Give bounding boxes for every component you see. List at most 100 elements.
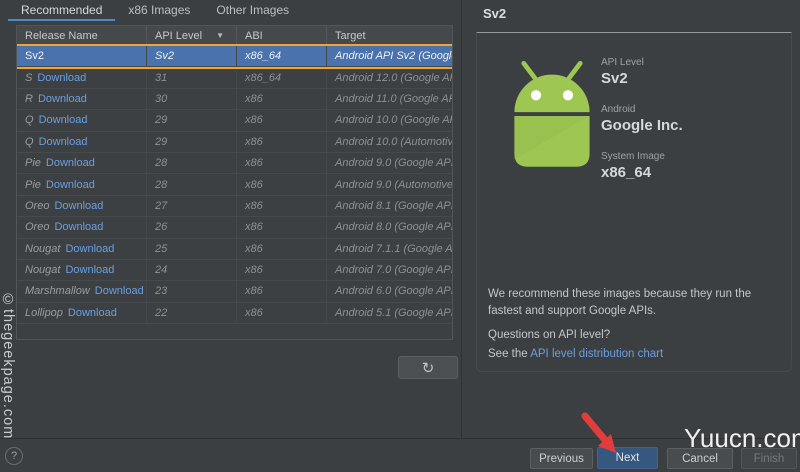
release-name-cell: Pie Download: [17, 152, 147, 174]
api-level-label: API Level: [601, 57, 644, 68]
download-link[interactable]: Download: [65, 243, 114, 255]
previous-button[interactable]: Previous: [530, 448, 593, 469]
api-level-header-label: API Level: [155, 29, 203, 42]
download-link[interactable]: Download: [39, 114, 88, 126]
abi-cell: x86: [237, 110, 327, 131]
download-link[interactable]: Download: [39, 136, 88, 148]
release-name-cell: Pie Download: [17, 174, 147, 195]
table-row[interactable]: Pie Download 28 x86 Android 9.0 (Automot…: [17, 174, 452, 196]
release-name-label: Lollipop: [25, 306, 63, 319]
cancel-button[interactable]: Cancel: [667, 448, 733, 469]
refresh-button[interactable]: ↻: [398, 356, 458, 379]
api-question-text: Questions on API level?: [488, 329, 611, 341]
abi-cell: x86: [237, 238, 327, 259]
column-header-api-level[interactable]: API Level ▼: [147, 26, 237, 45]
tab-other-images[interactable]: Other Images: [203, 0, 302, 21]
api-distribution-chart-link[interactable]: API level distribution chart: [530, 348, 663, 360]
table-row[interactable]: Nougat Download 25 x86 Android 7.1.1 (Go…: [17, 238, 452, 260]
table-row[interactable]: Oreo Download 26 x86 Android 8.0 (Google…: [17, 217, 452, 239]
target-cell: Android 9.0 (Automotive): [335, 178, 452, 191]
target-cell: Android 5.1 (Google APIs): [335, 306, 452, 319]
target-cell: Android 6.0 (Google APIs): [335, 285, 452, 298]
table-row[interactable]: Pie Download 28 x86 Android 9.0 (Google …: [17, 152, 452, 175]
api-level-cell: 22: [147, 302, 237, 324]
table-header-row: Release Name API Level ▼ ABI Target: [17, 26, 452, 46]
download-link[interactable]: Download: [46, 179, 95, 191]
release-name-cell: Nougat Download: [17, 238, 147, 259]
download-link[interactable]: Download: [65, 264, 114, 276]
release-name-label: Sv2: [25, 50, 44, 63]
target-cell: Android 10.0 (Google APIs): [335, 114, 452, 127]
abi-cell: x86: [237, 302, 327, 324]
tab-x86-images[interactable]: x86 Images: [115, 0, 203, 21]
android-robot-icon: [514, 60, 590, 167]
refresh-icon: ↻: [421, 358, 435, 377]
image-details-panel: API Level Sv2 Android Google Inc. System…: [476, 32, 792, 372]
table-row[interactable]: Marshmallow Download 23 x86 Android 6.0 …: [17, 281, 452, 303]
table-body: Sv2 Sv2 x86_64 Android API Sv2 (Google A…: [17, 46, 452, 325]
api-level-value: Sv2: [601, 70, 628, 87]
release-name-label: Q: [25, 135, 34, 148]
download-link[interactable]: Download: [95, 285, 144, 297]
table-row[interactable]: Sv2 Sv2 x86_64 Android API Sv2 (Google A…: [17, 46, 452, 68]
question-mark-icon: ?: [10, 450, 18, 462]
table-row[interactable]: Nougat Download 24 x86 Android 7.0 (Goog…: [17, 259, 452, 282]
api-level-cell: 29: [147, 110, 237, 131]
selected-image-title: Sv2: [483, 6, 507, 21]
watermark-thegeekpage: ©thegeekpage.com: [0, 292, 16, 440]
download-link[interactable]: Download: [37, 72, 86, 84]
column-header-target[interactable]: Target: [327, 26, 452, 45]
api-level-cell: 24: [147, 259, 237, 281]
download-link[interactable]: Download: [68, 307, 117, 319]
column-header-abi[interactable]: ABI: [237, 26, 327, 45]
abi-cell: x86: [237, 195, 327, 217]
release-name-label: Nougat: [25, 264, 61, 277]
api-level-cell: 28: [147, 152, 237, 174]
target-cell: Android 7.1.1 (Google APIs): [335, 242, 452, 255]
system-image-table: Release Name API Level ▼ ABI Target Sv2 …: [16, 25, 453, 340]
tab-recommended[interactable]: Recommended: [8, 0, 115, 21]
release-name-label: Oreo: [25, 199, 50, 212]
table-row[interactable]: Oreo Download 27 x86 Android 8.1 (Google…: [17, 195, 452, 218]
release-name-cell: Marshmallow Download: [17, 281, 147, 302]
table-row[interactable]: R Download 30 x86 Android 11.0 (Google A…: [17, 88, 452, 111]
release-name-label: S: [25, 71, 33, 84]
download-link[interactable]: Download: [46, 157, 95, 169]
footer-divider: [0, 438, 800, 439]
table-row[interactable]: Q Download 29 x86 Android 10.0 (Google A…: [17, 110, 452, 132]
api-level-cell: 27: [147, 195, 237, 217]
target-cell: Android 12.0 (Google APIs): [335, 71, 452, 84]
table-row[interactable]: S Download 31 x86_64 Android 12.0 (Googl…: [17, 67, 452, 89]
table-row[interactable]: Lollipop Download 22 x86 Android 5.1 (Go…: [17, 302, 452, 325]
system-image-value: x86_64: [601, 164, 652, 181]
api-level-cell: 31: [147, 67, 237, 88]
image-info-column: API Level Sv2 Android Google Inc. System…: [601, 57, 683, 198]
next-button[interactable]: Next: [597, 447, 658, 469]
api-level-cell: 25: [147, 238, 237, 259]
finish-button-disabled: Finish: [741, 448, 797, 469]
release-name-label: Oreo: [25, 221, 50, 234]
table-row[interactable]: Q Download 29 x86 Android 10.0 (Automoti…: [17, 131, 452, 153]
release-name-label: Nougat: [25, 242, 61, 255]
download-link[interactable]: Download: [38, 93, 87, 105]
download-link[interactable]: Download: [54, 221, 103, 233]
release-name-label: Pie: [25, 157, 41, 170]
vendor-value: Google Inc.: [601, 117, 683, 134]
help-button[interactable]: ?: [5, 447, 23, 465]
abi-cell: x86_64: [237, 67, 327, 88]
recommendation-text: We recommend these images because they r…: [488, 288, 752, 318]
release-name-label: Marshmallow: [25, 285, 90, 298]
abi-cell: x86: [237, 152, 327, 174]
panel-divider: [461, 0, 462, 438]
release-name-cell: Q Download: [17, 131, 147, 152]
column-header-release-name[interactable]: Release Name: [17, 26, 147, 45]
target-cell: Android 8.0 (Google APIs): [335, 221, 452, 234]
target-cell: Android 8.1 (Google APIs): [335, 199, 452, 212]
target-cell: Android 7.0 (Google APIs): [335, 264, 452, 277]
release-name-cell: Q Download: [17, 110, 147, 131]
download-link[interactable]: Download: [54, 200, 103, 212]
sort-descending-icon[interactable]: ▼: [216, 31, 224, 40]
system-image-label: System Image: [601, 151, 665, 162]
release-name-label: Pie: [25, 178, 41, 191]
api-level-cell: 29: [147, 131, 237, 152]
